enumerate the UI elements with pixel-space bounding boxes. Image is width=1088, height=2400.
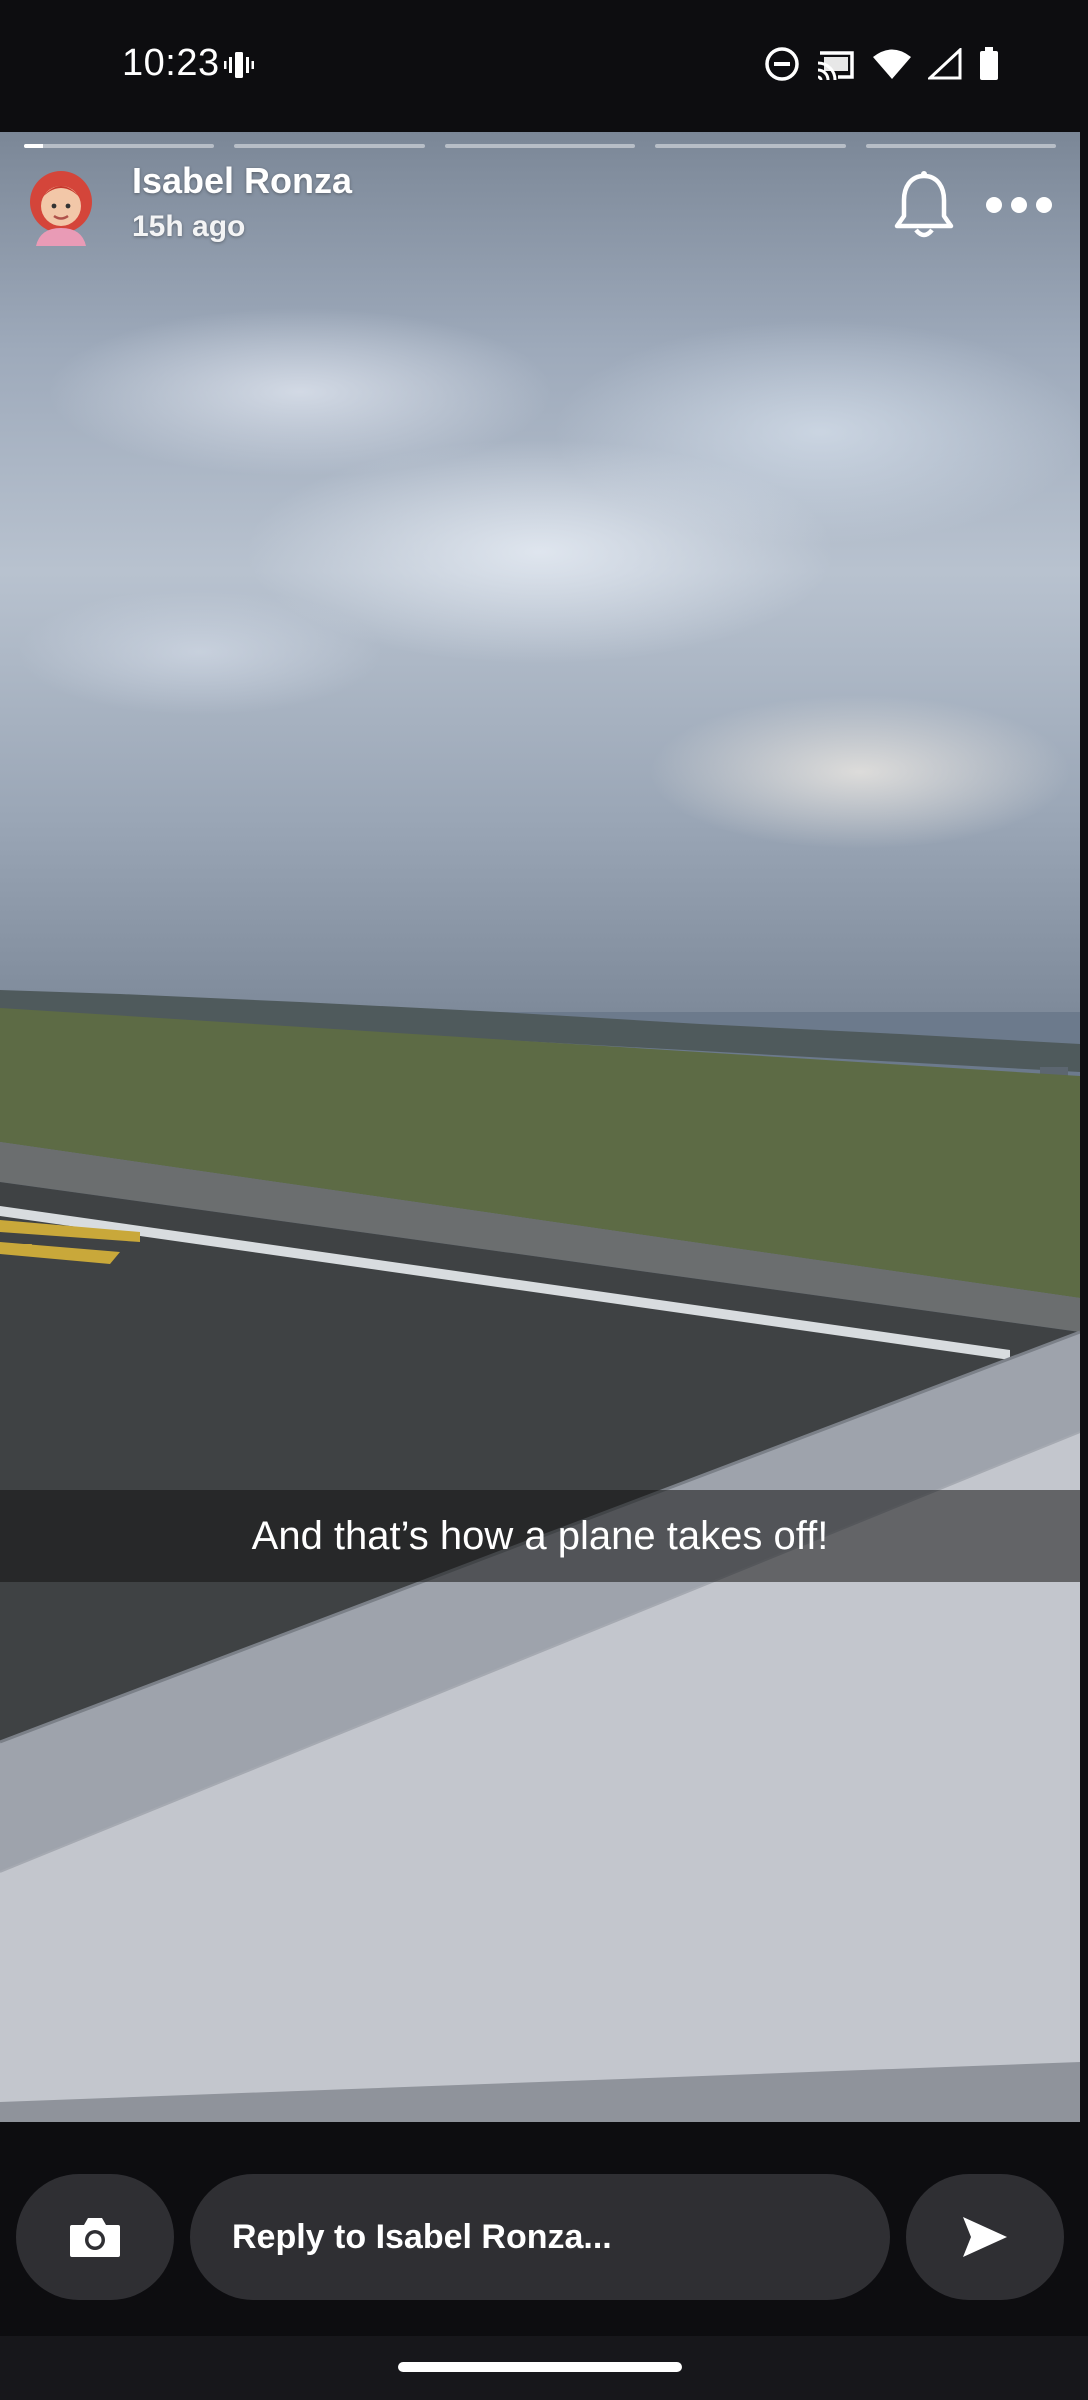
story-progress — [24, 144, 1057, 148]
send-icon — [963, 2217, 1007, 2257]
progress-segment — [234, 144, 425, 148]
vibrate-icon — [224, 52, 254, 78]
progress-segment — [865, 144, 1057, 148]
home-indicator[interactable] — [398, 2362, 682, 2372]
story-scene — [0, 990, 1080, 2122]
story-time-ago: 15h ago — [132, 210, 246, 243]
wifi-icon — [872, 48, 912, 85]
battery-icon — [978, 46, 1000, 86]
camera-icon — [70, 2218, 120, 2257]
story-media[interactable] — [0, 132, 1080, 2122]
status-bar: 10:23 — [0, 0, 1088, 132]
progress-segment — [444, 144, 636, 148]
more-icon[interactable] — [984, 190, 1054, 220]
cast-icon — [816, 47, 856, 86]
status-time: 10:23 — [122, 42, 220, 84]
progress-fill — [24, 144, 44, 148]
send-button[interactable] — [906, 2174, 1064, 2300]
reply-input[interactable]: Reply to Isabel Ronza... — [190, 2174, 890, 2300]
reply-placeholder: Reply to Isabel Ronza... — [232, 2217, 612, 2256]
bell-icon[interactable] — [892, 170, 956, 240]
progress-segment — [24, 144, 215, 148]
cell-signal-icon — [926, 46, 962, 85]
caption-bar: And that’s how a plane takes off! — [0, 1490, 1080, 1582]
status-icons — [764, 46, 1000, 86]
do-not-disturb-icon — [764, 46, 800, 87]
story-user-name[interactable]: Isabel Ronza — [132, 160, 352, 202]
camera-button[interactable] — [16, 2174, 174, 2300]
progress-segment — [655, 144, 846, 148]
avatar[interactable] — [26, 166, 96, 246]
story-caption: And that’s how a plane takes off! — [251, 1513, 829, 1558]
